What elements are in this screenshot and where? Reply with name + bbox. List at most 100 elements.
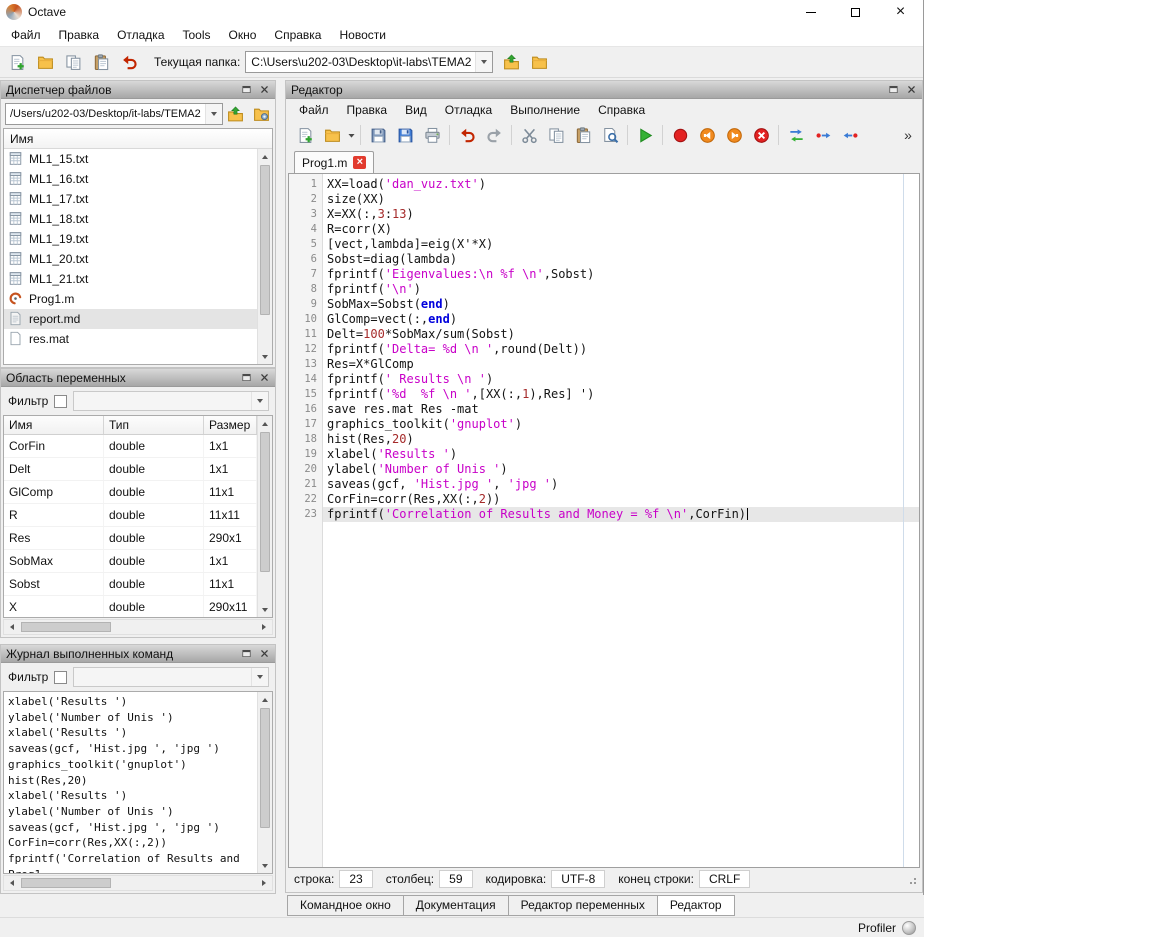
variable-row[interactable]: Sobstdouble11x1 — [4, 573, 272, 596]
file-row[interactable]: Prog1.m — [4, 289, 257, 309]
history-command[interactable]: xlabel('Results ') — [4, 694, 257, 710]
code-line[interactable]: fprintf('%d %f \n ',[XX(:,1),Res] ') — [323, 387, 919, 402]
code-line[interactable]: fprintf('Correlation of Results and Mone… — [323, 507, 919, 522]
undock-icon[interactable] — [885, 83, 901, 97]
code-line[interactable]: fprintf(' Results \n ') — [323, 372, 919, 387]
close-panel-icon[interactable] — [903, 83, 919, 97]
filter-combobox[interactable] — [73, 667, 269, 687]
scrollbar-thumb[interactable] — [260, 432, 270, 572]
line-number[interactable]: 23 — [289, 507, 322, 522]
code-line[interactable]: save res.mat Res -mat — [323, 402, 919, 417]
code-line[interactable]: graphics_toolkit('gnuplot') — [323, 417, 919, 432]
line-number[interactable]: 12 — [289, 342, 322, 357]
dock-tab-2[interactable]: Редактор переменных — [508, 895, 658, 916]
code-line[interactable]: fprintf('\n') — [323, 282, 919, 297]
code-line[interactable]: [vect,lambda]=eig(X'*X) — [323, 237, 919, 252]
encoding-value[interactable]: UTF-8 — [551, 870, 605, 888]
variable-row[interactable]: Rdouble11x11 — [4, 504, 272, 527]
close-panel-icon[interactable] — [256, 83, 272, 97]
close-panel-icon[interactable] — [256, 371, 272, 385]
dock-tab-0[interactable]: Командное окно — [287, 895, 404, 916]
line-number[interactable]: 13 — [289, 357, 322, 372]
tab-prog1[interactable]: Prog1.m — [294, 151, 374, 173]
folder-up-icon[interactable] — [223, 102, 247, 126]
file-browser-path-combobox[interactable]: /Users/u202-03/Desktop/it-labs/TEMA2 — [5, 103, 223, 125]
minimize-button[interactable] — [788, 0, 833, 24]
code-line[interactable]: fprintf('Eigenvalues:\n %f \n',Sobst) — [323, 267, 919, 282]
variable-row[interactable]: Resdouble290x1 — [4, 527, 272, 550]
line-number[interactable]: 8 — [289, 282, 322, 297]
workspace-column-header[interactable]: Имя — [4, 416, 104, 434]
filter-checkbox[interactable] — [54, 395, 67, 408]
file-row[interactable]: ML1_19.txt — [4, 229, 257, 249]
history-command[interactable]: hist(Res,20) — [4, 773, 257, 789]
line-number[interactable]: 3 — [289, 207, 322, 222]
code-line[interactable]: Sobst=diag(lambda) — [323, 252, 919, 267]
current-folder-combobox[interactable]: C:\Users\u202-03\Desktop\it-labs\TEMA2 — [245, 51, 493, 73]
editor-menu-item-4[interactable]: Выполнение — [501, 100, 589, 120]
history-command[interactable]: Prog1 — [4, 867, 257, 874]
chevron-down-icon[interactable] — [251, 392, 268, 410]
editor-titlebar[interactable]: Редактор — [286, 81, 922, 99]
menubar-item-5[interactable]: Справка — [265, 25, 330, 45]
chevron-down-icon[interactable] — [475, 52, 492, 72]
line-number[interactable]: 9 — [289, 297, 322, 312]
undo-icon[interactable] — [454, 123, 480, 147]
line-number[interactable]: 5 — [289, 237, 322, 252]
eol-value[interactable]: CRLF — [699, 870, 750, 888]
undo-icon[interactable] — [116, 50, 142, 74]
scrollbar-thumb[interactable] — [21, 878, 111, 888]
forward-icon[interactable] — [721, 123, 747, 147]
line-number[interactable]: 11 — [289, 327, 322, 342]
scrollbar-thumb[interactable] — [260, 708, 270, 828]
editor-menu-item-3[interactable]: Отладка — [436, 100, 501, 120]
code-line[interactable]: GlComp=vect(:,end) — [323, 312, 919, 327]
workspace-column-header[interactable]: Размер — [204, 416, 257, 434]
chevron-down-icon[interactable] — [205, 104, 222, 124]
code-line[interactable]: XX=load('dan_vuz.txt') — [323, 177, 919, 192]
code-line[interactable]: fprintf('Delta= %d \n ',round(Delt)) — [323, 342, 919, 357]
find-icon[interactable] — [597, 123, 623, 147]
line-number[interactable]: 21 — [289, 477, 322, 492]
maximize-button[interactable] — [833, 0, 878, 24]
undock-icon[interactable] — [238, 83, 254, 97]
code-line[interactable]: size(XX) — [323, 192, 919, 207]
file-row[interactable]: ML1_18.txt — [4, 209, 257, 229]
dock-tab-3[interactable]: Редактор — [657, 895, 735, 916]
open-folder-icon[interactable] — [319, 123, 345, 147]
stop-icon[interactable] — [748, 123, 774, 147]
line-number[interactable]: 1 — [289, 177, 322, 192]
history-command[interactable]: xlabel('Results ') — [4, 788, 257, 804]
code-line[interactable]: Delt=100*SobMax/sum(Sobst) — [323, 327, 919, 342]
file-row[interactable]: ML1_17.txt — [4, 189, 257, 209]
editor-menu-item-5[interactable]: Справка — [589, 100, 654, 120]
resize-grip[interactable] — [904, 872, 918, 886]
menubar-item-4[interactable]: Окно — [220, 25, 266, 45]
history-command[interactable]: saveas(gcf, 'Hist.jpg ', 'jpg ') — [4, 741, 257, 757]
line-number[interactable]: 14 — [289, 372, 322, 387]
workspace-titlebar[interactable]: Область переменных — [1, 369, 275, 387]
line-number[interactable]: 22 — [289, 492, 322, 507]
close-panel-icon[interactable] — [256, 647, 272, 661]
scroll-left-icon[interactable] — [4, 876, 20, 890]
history-command[interactable]: CorFin=corr(Res,XX(:,2)) — [4, 835, 257, 851]
run-icon[interactable] — [632, 123, 658, 147]
code-line[interactable]: hist(Res,20) — [323, 432, 919, 447]
line-number[interactable]: 4 — [289, 222, 322, 237]
filter-combobox[interactable] — [73, 391, 269, 411]
scrollbar-thumb[interactable] — [21, 622, 111, 632]
folder-gear-icon[interactable] — [249, 102, 273, 126]
scroll-down-icon[interactable] — [258, 858, 272, 873]
code-line[interactable]: X=XX(:,3:13) — [323, 207, 919, 222]
record-icon[interactable] — [667, 123, 693, 147]
file-list-header[interactable]: Имя — [4, 129, 272, 149]
menubar-item-1[interactable]: Правка — [50, 25, 109, 45]
file-row[interactable]: ML1_16.txt — [4, 169, 257, 189]
scroll-down-icon[interactable] — [258, 349, 272, 364]
code-line[interactable]: R=corr(X) — [323, 222, 919, 237]
breakpoint-prev-icon[interactable] — [837, 123, 863, 147]
file-browser-titlebar[interactable]: Диспетчер файлов — [1, 81, 275, 99]
folder-up-icon[interactable] — [498, 50, 524, 74]
line-number[interactable]: 20 — [289, 462, 322, 477]
file-row[interactable]: ML1_21.txt — [4, 269, 257, 289]
